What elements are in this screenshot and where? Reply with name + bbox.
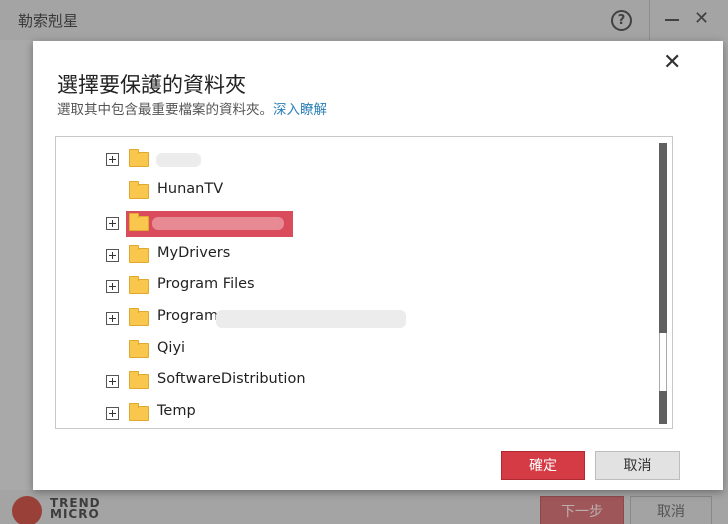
learn-more-link[interactable]: 深入瞭解 — [273, 102, 327, 118]
scrollbar-gap — [659, 333, 667, 391]
dialog-title: 選擇要保護的資料夾 — [57, 73, 246, 97]
redacted-text — [216, 310, 406, 328]
folder-icon — [129, 371, 149, 389]
tree-row[interactable]: SoftwareDistribution — [56, 368, 646, 396]
folder-icon — [129, 340, 149, 358]
tree-row[interactable] — [56, 210, 646, 238]
scrollbar-thumb[interactable] — [659, 143, 667, 333]
folder-icon — [129, 245, 149, 263]
folder-icon — [129, 213, 149, 231]
expand-plus-icon[interactable] — [106, 280, 119, 293]
dialog-subtitle: 選取其中包含最重要檔案的資料夾。深入瞭解 — [57, 98, 327, 118]
tree-item-label: HunanTV — [157, 181, 224, 197]
folder-icon — [129, 276, 149, 294]
expand-plus-icon[interactable] — [106, 153, 119, 166]
redacted-text — [156, 153, 201, 167]
tree-row[interactable]: HunanTV — [56, 178, 646, 206]
tree-item-label: Temp — [157, 403, 196, 419]
expand-plus-icon[interactable] — [106, 407, 119, 420]
dialog-close-icon[interactable]: ✕ — [663, 50, 681, 75]
folder-icon — [129, 308, 149, 326]
tree-row[interactable]: Temp — [56, 400, 646, 428]
tree-row[interactable]: MyDrivers — [56, 242, 646, 270]
expand-plus-icon[interactable] — [106, 217, 119, 230]
tree-row[interactable] — [56, 146, 646, 174]
folder-icon — [129, 181, 149, 199]
folder-tree[interactable]: HunanTV MyDrivers Program Files Program Qiyi… — [55, 136, 673, 429]
tree-item-label: SoftwareDistribution — [157, 371, 306, 387]
tree-item-label: Program — [157, 308, 219, 324]
ok-button[interactable]: 確定 — [501, 451, 585, 480]
select-folders-dialog: ✕ 選擇要保護的資料夾 選取其中包含最重要檔案的資料夾。深入瞭解 HunanTV… — [33, 41, 723, 490]
tree-row[interactable]: Qiyi — [56, 337, 646, 365]
scrollbar-lower[interactable] — [659, 391, 667, 424]
redacted-text — [152, 217, 284, 230]
expand-plus-icon[interactable] — [106, 312, 119, 325]
dialog-subtitle-text: 選取其中包含最重要檔案的資料夾。 — [57, 102, 273, 118]
expand-plus-icon[interactable] — [106, 249, 119, 262]
tree-item-label: Qiyi — [157, 340, 186, 356]
cancel-button[interactable]: 取消 — [595, 451, 680, 480]
folder-icon — [129, 403, 149, 421]
folder-icon — [129, 149, 149, 167]
tree-row[interactable]: Program — [56, 305, 646, 333]
tree-item-label: MyDrivers — [157, 245, 231, 261]
expand-plus-icon[interactable] — [106, 375, 119, 388]
tree-row[interactable]: Program Files — [56, 273, 646, 301]
tree-item-label: Program Files — [157, 276, 255, 292]
